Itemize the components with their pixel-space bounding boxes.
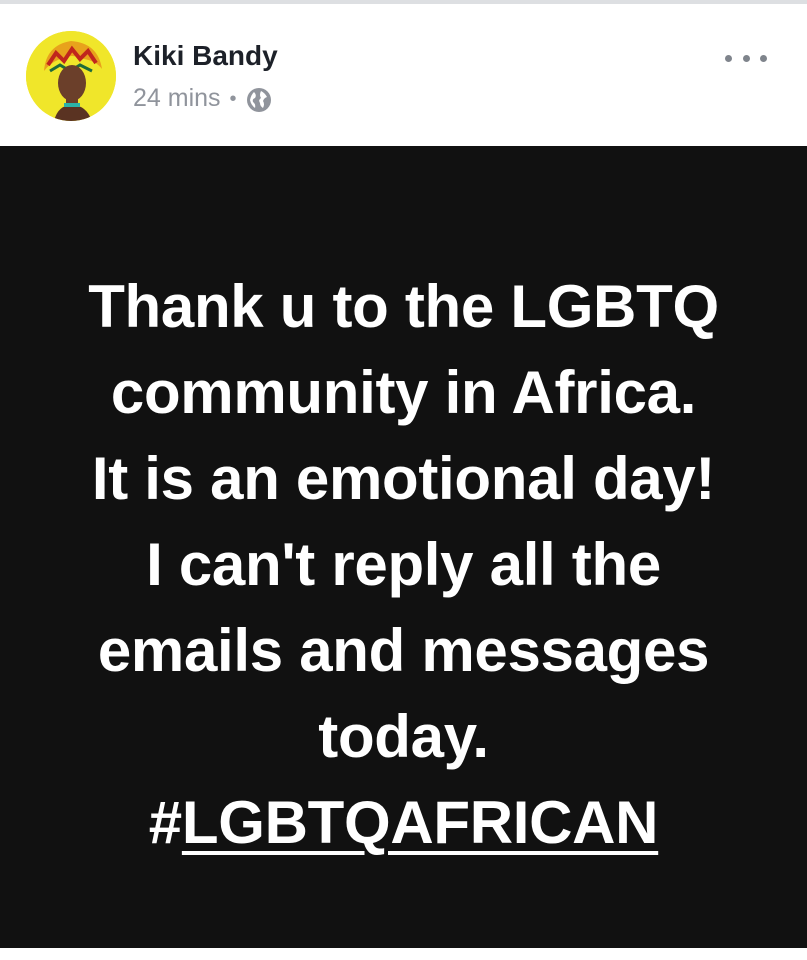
post-text-line: Thank u to the LGBTQ [88,273,719,340]
hashtag-link[interactable]: #LGBTQAFRICAN [148,780,659,866]
post-image[interactable]: Thank u to the LGBTQ community in Africa… [0,146,807,948]
hashtag-text: LGBTQAFRICAN [181,789,659,856]
meta-separator: • [229,87,237,110]
more-options-icon-dot [760,54,767,62]
post-meta: 24 mins • [133,84,272,113]
post-text-line: I can't reply all the [146,531,661,598]
more-options-button[interactable] [725,44,767,72]
avatar-portrait-icon [26,31,116,121]
post-card: Kiki Bandy 24 mins • Thank u to the LGBT… [0,0,807,960]
profile-avatar[interactable] [26,31,116,121]
more-options-icon-dot [742,54,750,62]
post-time[interactable]: 24 mins [133,84,221,113]
post-text-line: community in Africa. [110,359,697,426]
post-text-line: It is an emotional day! [91,445,716,512]
globe-icon [246,87,271,112]
post-text-line: emails and messages [97,617,710,684]
post-text-line: today. [318,703,489,770]
post-header: Kiki Bandy 24 mins • [0,4,807,146]
more-options-icon-dot [725,54,732,62]
bottom-divider [0,948,807,960]
author-name[interactable]: Kiki Bandy [133,40,278,72]
hashtag-symbol: # [148,789,182,856]
